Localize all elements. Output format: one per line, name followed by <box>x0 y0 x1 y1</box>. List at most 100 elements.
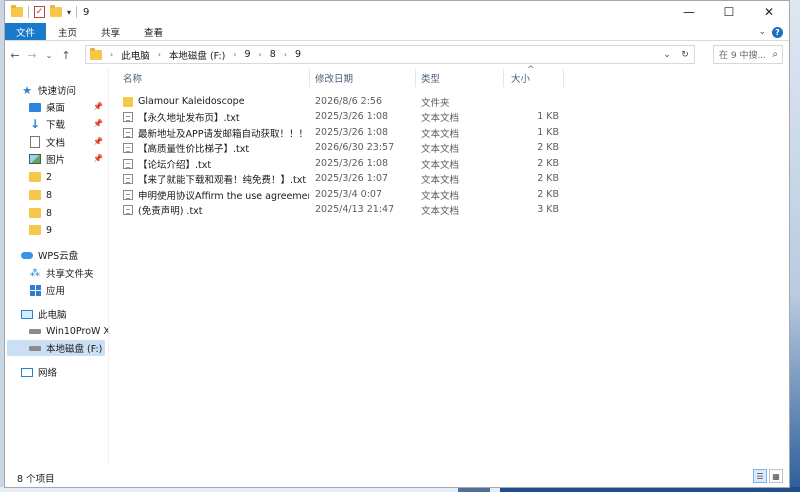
sidebar-item-folder[interactable]: 8 <box>29 205 129 221</box>
file-type: 文本文档 <box>421 143 460 155</box>
customize-toolbar-icon[interactable]: ▾ <box>67 8 71 17</box>
file-row[interactable]: 【论坛介绍】.txt 2025/3/26 1:08 文本文档 2 KB <box>119 156 579 171</box>
file-date: 2025/4/13 21:47 <box>315 204 395 215</box>
close-button[interactable]: ✕ <box>749 1 789 23</box>
sidebar-item-folder[interactable]: 2 <box>29 169 129 185</box>
breadcrumb-this-pc[interactable]: 此电脑 <box>121 48 150 62</box>
sidebar-item-this-pc[interactable]: 此电脑 <box>21 306 121 322</box>
sidebar-item-shared-folder[interactable]: ⁂ 共享文件夹 <box>29 265 129 281</box>
folder-icon <box>90 47 102 60</box>
chevron-down-icon[interactable]: ⌄ <box>758 27 766 37</box>
sidebar-item-label: 8 <box>46 189 53 201</box>
column-divider[interactable] <box>415 69 416 87</box>
large-icons-view-icon[interactable]: ▦ <box>769 469 783 483</box>
divider <box>28 6 29 18</box>
forward-arrow-icon[interactable]: → <box>25 49 39 62</box>
pin-icon[interactable]: 📌 <box>93 154 103 163</box>
column-divider[interactable] <box>309 69 310 87</box>
sidebar-item-network[interactable]: 网络 <box>21 364 121 380</box>
sidebar-item-folder[interactable]: 9 <box>29 222 129 238</box>
sidebar-item-folder[interactable]: 8 <box>29 187 129 203</box>
file-date: 2026/8/6 2:56 <box>315 96 383 107</box>
sidebar-item-label: 文档 <box>46 138 66 149</box>
file-row[interactable]: Glamour Kaleidoscope 2026/8/6 2:56 文件夹 <box>119 94 579 109</box>
file-row[interactable]: 【来了就能下载和观看！纯免费！】.txt 2025/3/26 1:07 文本文档… <box>119 171 579 186</box>
file-row[interactable]: 【永久地址发布页】.txt 2025/3/26 1:08 文本文档 1 KB <box>119 109 579 124</box>
chevron-right-icon[interactable]: › <box>110 50 113 59</box>
search-icon[interactable]: ⌕ <box>772 49 778 60</box>
chevron-right-icon[interactable]: › <box>284 50 287 59</box>
tab-view[interactable]: 查看 <box>132 23 175 40</box>
file-type: 文本文档 <box>421 112 460 124</box>
file-name-cell: 【来了就能下载和观看！纯免费！】.txt <box>123 171 309 186</box>
folder-icon <box>11 5 23 17</box>
up-arrow-icon[interactable]: ↑ <box>59 49 73 62</box>
file-name-cell: 【高质量性价比梯子】.txt <box>123 140 309 155</box>
chevron-right-icon[interactable]: › <box>158 50 161 59</box>
file-row[interactable]: 申明使用协议Affirm the use agreemen... 2025/3/… <box>119 187 579 202</box>
file-explorer-window: ✓ ▾ 9 — ☐ ✕ 文件 主页 共享 查看 ⌄ ? ← → ⌄ ↑ › 此电… <box>4 0 790 488</box>
sidebar-item-documents[interactable]: 文档 <box>29 134 129 150</box>
sidebar-item-label: 网络 <box>38 368 58 379</box>
sidebar-item-drive-c[interactable]: Win10ProW X <box>29 323 129 339</box>
pin-icon[interactable]: 📌 <box>93 102 103 111</box>
sidebar-item-quick-access[interactable]: ★ 快速访问 <box>21 82 121 98</box>
folder-icon <box>29 171 41 183</box>
refresh-icon[interactable]: ↻ <box>676 50 694 60</box>
address-bar[interactable]: › 此电脑 › 本地磁盘 (F:) › 9 › 8 › 9 ⌄ ↻ <box>85 45 695 64</box>
file-date: 2025/3/26 1:07 <box>315 173 389 184</box>
file-name-cell: 【论坛介绍】.txt <box>123 156 309 171</box>
column-divider[interactable] <box>563 69 564 87</box>
tab-file[interactable]: 文件 <box>5 23 47 40</box>
file-size: 2 KB <box>537 189 559 200</box>
help-icon[interactable]: ? <box>772 26 783 38</box>
column-header-name[interactable]: 名称 <box>123 69 142 87</box>
document-icon <box>29 136 41 148</box>
properties-icon[interactable]: ✓ <box>34 6 45 18</box>
breadcrumb-folder[interactable]: 8 <box>270 49 276 60</box>
maximize-button[interactable]: ☐ <box>709 1 749 23</box>
file-row[interactable]: (免责声明) .txt 2025/4/13 21:47 文本文档 3 KB <box>119 202 579 217</box>
share-icon: ⁂ <box>30 267 40 279</box>
chevron-right-icon[interactable]: › <box>233 50 236 59</box>
chevron-right-icon[interactable]: › <box>259 50 262 59</box>
file-date: 2025/3/26 1:08 <box>315 111 389 122</box>
file-row[interactable]: 【高质量性价比梯子】.txt 2026/6/30 23:57 文本文档 2 KB <box>119 140 579 155</box>
pane-divider[interactable] <box>108 67 109 465</box>
back-arrow-icon[interactable]: ← <box>8 49 22 62</box>
sidebar-item-label: 8 <box>46 207 53 219</box>
file-name-cell: Glamour Kaleidoscope <box>123 94 309 109</box>
file-row[interactable]: 最新地址及APP请发邮箱自动获取！！！.... 2025/3/26 1:08 文… <box>119 125 579 140</box>
new-folder-icon[interactable] <box>50 5 62 17</box>
desktop-background <box>790 0 800 492</box>
column-divider[interactable] <box>503 69 504 87</box>
sidebar-item-pictures[interactable]: 图片 <box>29 151 129 167</box>
file-size: 2 KB <box>537 173 559 184</box>
sidebar-item-apps[interactable]: 应用 <box>29 282 129 298</box>
column-header-date[interactable]: 修改日期 <box>315 69 353 87</box>
details-view-icon[interactable]: ☰ <box>753 469 767 483</box>
cloud-icon <box>21 249 33 261</box>
drive-icon <box>29 342 41 354</box>
sidebar-item-drive-f[interactable]: 本地磁盘 (F:) <box>7 340 105 356</box>
address-actions: ⌄ ↻ <box>658 46 694 63</box>
sidebar-item-desktop[interactable]: 桌面 <box>29 99 129 115</box>
chevron-down-icon[interactable]: ⌄ <box>658 50 676 60</box>
tab-share[interactable]: 共享 <box>89 23 132 40</box>
column-header-type[interactable]: 类型 <box>421 69 440 87</box>
search-input[interactable]: 在 9 中搜... ⌕ <box>713 45 783 64</box>
sidebar-item-label: 快速访问 <box>38 86 77 97</box>
apps-icon <box>29 284 41 296</box>
tab-home[interactable]: 主页 <box>46 23 89 40</box>
breadcrumb-folder[interactable]: 9 <box>295 49 301 60</box>
file-size: 1 KB <box>537 111 559 122</box>
breadcrumb-drive[interactable]: 本地磁盘 (F:) <box>169 48 225 62</box>
sidebar-item-wps-cloud[interactable]: WPS云盘 <box>21 247 121 263</box>
file-name: 【永久地址发布页】.txt <box>138 112 240 124</box>
pin-icon[interactable]: 📌 <box>93 119 103 128</box>
minimize-button[interactable]: — <box>669 1 709 23</box>
breadcrumb-folder[interactable]: 9 <box>245 49 251 60</box>
pin-icon[interactable]: 📌 <box>93 137 103 146</box>
recent-locations-icon[interactable]: ⌄ <box>42 51 56 60</box>
sidebar-item-downloads[interactable]: ↓ 下载 <box>29 116 129 132</box>
